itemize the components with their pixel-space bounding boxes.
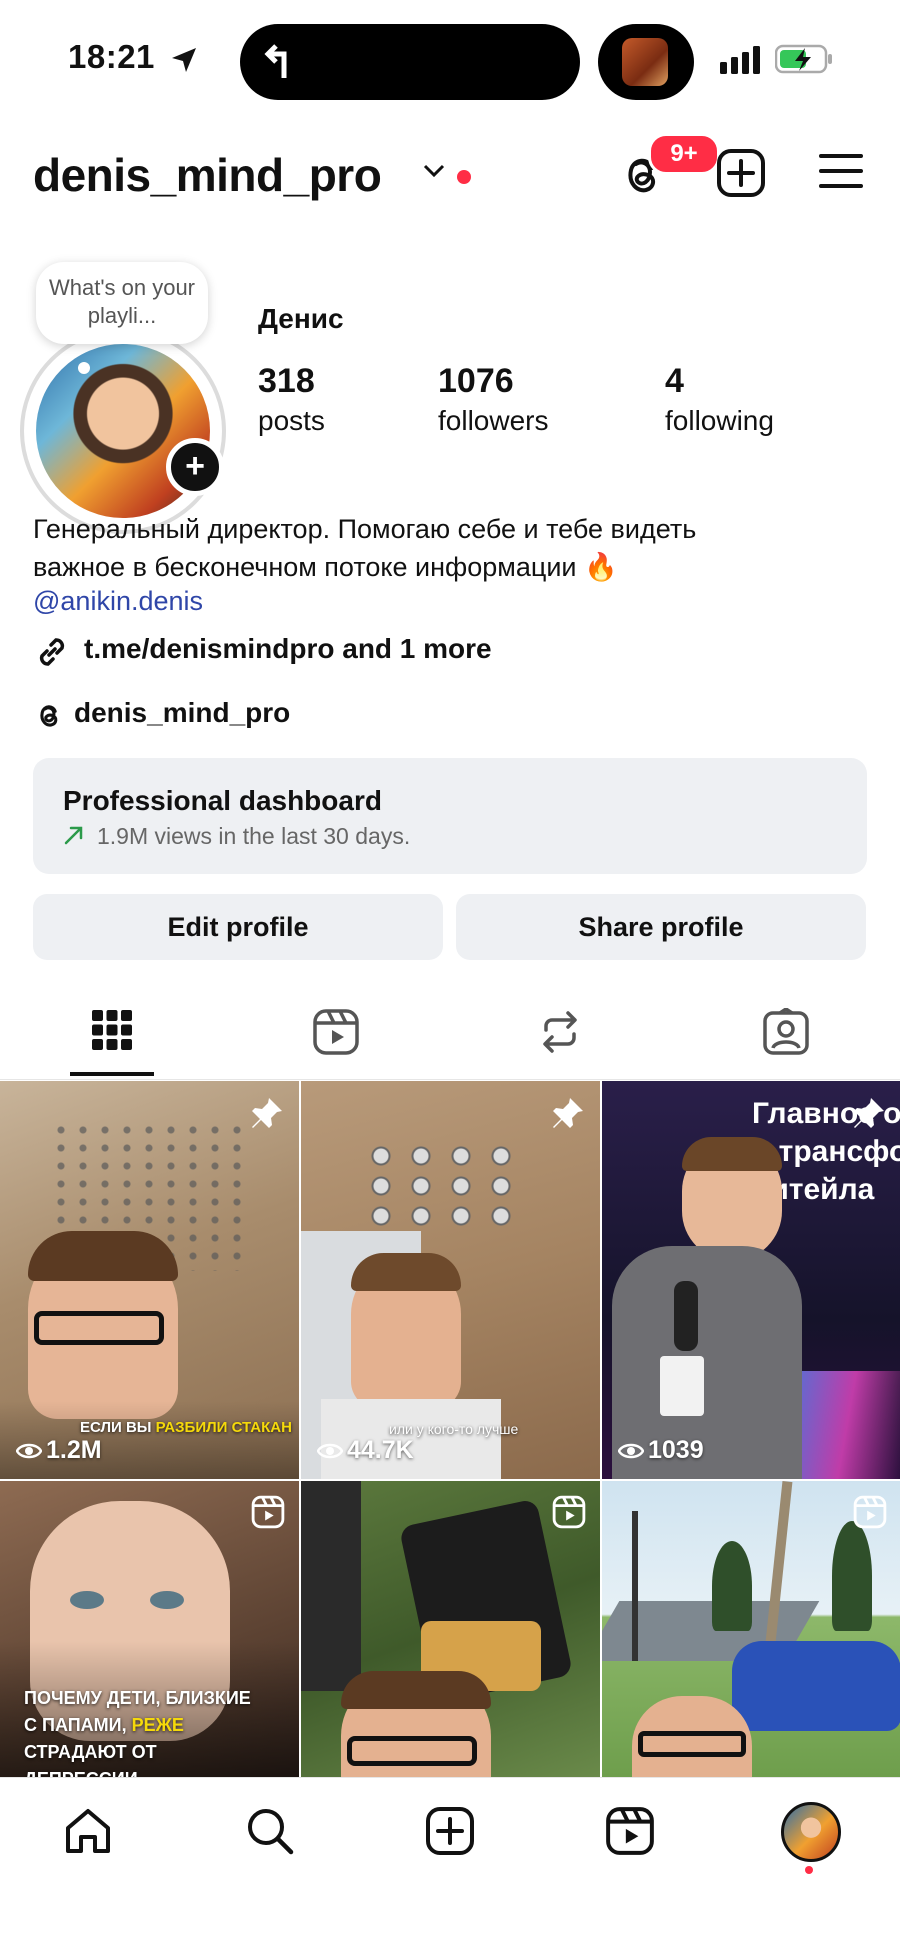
location-arrow-icon <box>172 48 196 72</box>
hair-image <box>682 1137 782 1171</box>
eye-icon <box>618 1443 644 1458</box>
pin-icon <box>252 1098 282 1128</box>
eye-image <box>70 1591 104 1609</box>
grid-post[interactable]: ПОЧЕМУ ДЕТИ, БЛИЗКИЕ С ПАПАМИ, РЕЖЕ СТРА… <box>0 1481 299 1777</box>
profile-link[interactable]: t.me/denismindpro and 1 more <box>84 633 492 665</box>
followers-count[interactable]: 1076 <box>438 362 514 401</box>
profile-nav-avatar[interactable] <box>781 1802 841 1862</box>
tagged-tab-icon[interactable] <box>762 1008 810 1056</box>
bio-line: Генеральный директор. Помогаю себе и теб… <box>33 514 697 544</box>
view-count: 1.2M <box>16 1436 102 1465</box>
cellular-signal-icon <box>720 46 760 74</box>
following-label[interactable]: following <box>665 405 774 437</box>
caption-text: ЕСЛИ ВЫ <box>80 1419 156 1436</box>
threads-badge: 9+ <box>648 133 720 175</box>
profile-username-switcher[interactable]: denis_mind_pro <box>33 148 382 202</box>
account-notification-dot <box>457 170 471 184</box>
chevron-down-icon[interactable] <box>422 160 446 180</box>
display-name: Денис <box>258 303 344 334</box>
link-icon <box>39 638 65 666</box>
caption-line: СТРАДАЮТ ОТ <box>24 1742 157 1762</box>
grid-post[interactable] <box>301 1481 600 1777</box>
album-art-image <box>622 38 668 86</box>
status-time: 18:21 <box>68 38 155 75</box>
grid-post[interactable]: ЕСЛИ ВЫ РАЗБИЛИ СТАКАН 1.2M <box>0 1081 299 1479</box>
followers-label[interactable]: followers <box>438 405 548 437</box>
car-image <box>732 1641 900 1731</box>
pole-image <box>632 1511 638 1661</box>
caption-highlight: РАЗБИЛИ СТАКАН <box>155 1419 292 1436</box>
tree-image <box>832 1521 872 1631</box>
search-icon[interactable] <box>245 1806 295 1856</box>
view-count-text: 1.2M <box>46 1436 102 1464</box>
grid-post[interactable] <box>602 1481 900 1777</box>
view-count: 1039 <box>618 1436 704 1465</box>
microphone-image <box>674 1281 698 1351</box>
following-count[interactable]: 4 <box>665 362 684 401</box>
menu-icon[interactable] <box>818 148 864 194</box>
pin-icon <box>553 1098 583 1128</box>
add-story-button[interactable]: + <box>166 438 224 496</box>
caption-line: ДЕПРЕССИИ <box>24 1766 251 1777</box>
post-caption: или у кого-то лучше <box>389 1421 519 1437</box>
marbles-image <box>361 1141 521 1231</box>
view-count-text: 44.7K <box>347 1436 414 1464</box>
eye-icon <box>16 1443 42 1458</box>
trend-up-arrow-icon <box>64 826 83 845</box>
dashboard-title: Professional dashboard <box>63 785 382 816</box>
tree-image <box>712 1541 752 1631</box>
badge-image <box>660 1356 704 1416</box>
grid-post[interactable]: или у кого-то лучше 44.7K <box>301 1081 600 1479</box>
view-count-text: 1039 <box>648 1436 704 1464</box>
edit-profile-button[interactable]: Edit profile <box>33 894 443 960</box>
reels-icon[interactable] <box>605 1806 655 1856</box>
post-caption: ПОЧЕМУ ДЕТИ, БЛИЗКИЕ С ПАПАМИ, РЕЖЕ СТРА… <box>24 1685 251 1777</box>
note-dot <box>78 362 90 374</box>
pin-icon <box>854 1098 884 1128</box>
home-icon[interactable] <box>63 1806 113 1856</box>
tab-divider <box>0 1079 900 1080</box>
person-image <box>301 1481 361 1691</box>
view-count: 44.7K <box>317 1436 414 1465</box>
caption-line: С ПАПАМИ, РЕЖЕ <box>24 1712 251 1739</box>
bio-mention-link[interactable]: @anikin.denis <box>33 586 203 617</box>
hair-image <box>28 1231 178 1281</box>
create-post-icon[interactable] <box>716 148 766 198</box>
bio: Генеральный директор. Помогаю себе и теб… <box>33 510 853 586</box>
posts-count[interactable]: 318 <box>258 362 315 401</box>
turn-left-arrow-icon <box>264 44 287 78</box>
grid-post[interactable]: Главное о о трансфо ритейла 1039 <box>602 1081 900 1479</box>
reel-icon <box>251 1495 285 1529</box>
create-icon[interactable] <box>425 1806 475 1856</box>
dashboard-subtitle: 1.9M views in the last 30 days. <box>97 823 411 849</box>
profile-notification-dot <box>805 1866 813 1874</box>
post-caption: ЕСЛИ ВЫ РАЗБИЛИ СТАКАН <box>80 1419 292 1436</box>
hair-image <box>351 1253 461 1291</box>
posts-label[interactable]: posts <box>258 405 325 437</box>
reels-tab-icon[interactable] <box>312 1008 360 1056</box>
share-profile-button[interactable]: Share profile <box>456 894 866 960</box>
glasses-image <box>638 1731 746 1757</box>
grid-tab-icon[interactable] <box>90 1008 134 1052</box>
note-bubble[interactable]: What's on your playli... <box>36 262 208 344</box>
eye-icon <box>317 1443 343 1458</box>
caption-text: С ПАПАМИ, <box>24 1715 132 1735</box>
glasses-image <box>347 1736 477 1766</box>
bottom-nav <box>0 1777 900 1952</box>
glasses-image <box>34 1311 164 1345</box>
battery-charging-icon <box>775 44 832 74</box>
caption-highlight: РЕЖЕ <box>131 1715 184 1735</box>
active-tab-indicator <box>70 1072 154 1076</box>
hair-image <box>341 1671 491 1709</box>
reposts-tab-icon[interactable] <box>536 1008 584 1056</box>
caption-line: ПОЧЕМУ ДЕТИ, БЛИЗКИЕ <box>24 1688 251 1708</box>
eye-image <box>150 1591 184 1609</box>
reel-icon <box>552 1495 586 1529</box>
threads-small-icon <box>40 705 58 727</box>
threads-profile-link[interactable]: denis_mind_pro <box>74 697 290 729</box>
bio-line: важное в бесконечном потоке информации 🔥 <box>33 552 618 582</box>
reel-icon <box>853 1495 887 1529</box>
